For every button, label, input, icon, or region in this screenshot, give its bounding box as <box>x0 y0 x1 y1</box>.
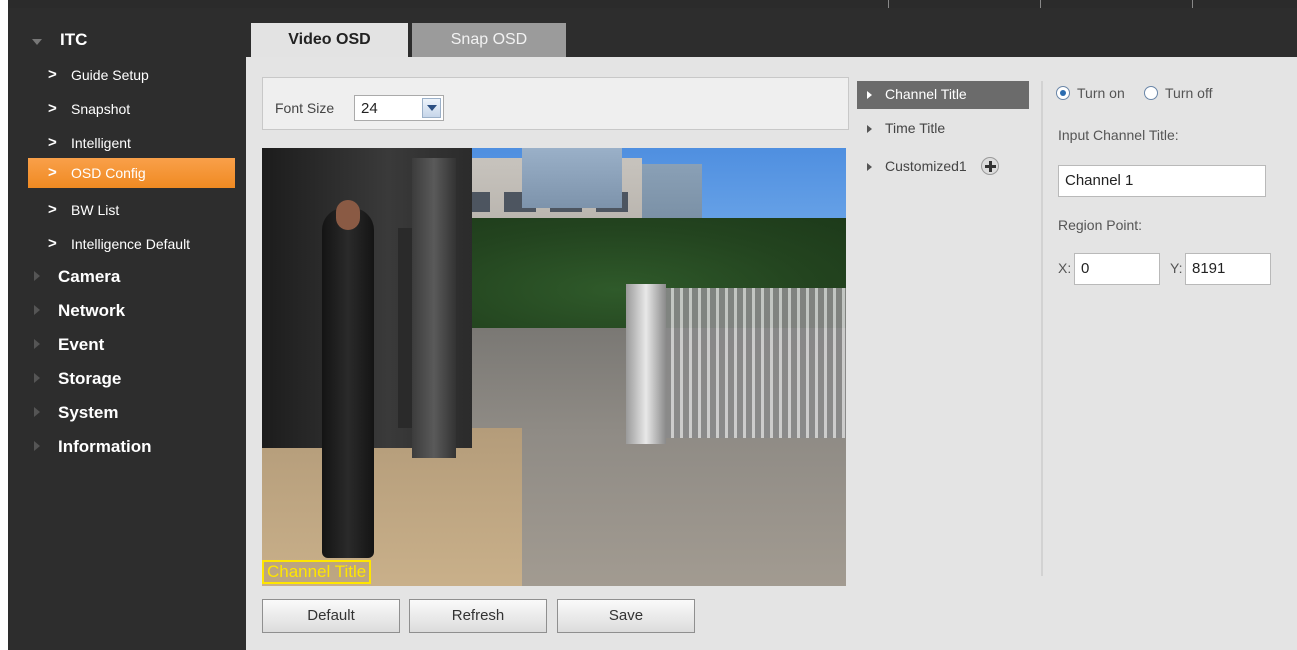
turn-on-radio[interactable] <box>1056 86 1070 100</box>
font-size-select[interactable]: 24 <box>354 95 444 121</box>
menu-group-label: ITC <box>60 30 88 49</box>
sidebar-item-label: BW List <box>71 202 120 218</box>
menu-group-system[interactable]: System <box>8 399 246 427</box>
top-bar-divider <box>1192 0 1193 8</box>
add-icon[interactable] <box>981 157 999 175</box>
menu-group-event[interactable]: Event <box>8 331 246 359</box>
sidebar-item-intelligence-default[interactable]: > Intelligence Default <box>28 229 235 259</box>
font-size-value: 24 <box>361 100 378 117</box>
top-bar <box>8 0 1297 8</box>
video-preview[interactable]: Channel Title <box>262 148 846 586</box>
menu-group-label: Storage <box>58 369 122 388</box>
menu-group-label: System <box>58 403 119 422</box>
divider <box>1041 81 1043 576</box>
region-x-input[interactable]: 0 <box>1074 253 1160 285</box>
triangle-right-icon <box>867 125 872 133</box>
tab-snap-osd[interactable]: Snap OSD <box>412 23 566 57</box>
menu-group-itc[interactable]: ITC <box>8 28 246 56</box>
y-label: Y: <box>1170 260 1183 276</box>
menu-group-network[interactable]: Network <box>8 297 246 325</box>
main-content: Font Size 24 Channel Title Default Refre… <box>246 57 1297 650</box>
turn-on-label: Turn on <box>1077 85 1125 101</box>
turn-off-label: Turn off <box>1165 85 1213 101</box>
chevron-right-icon: > <box>48 201 57 218</box>
sidebar-item-label: Intelligence Default <box>71 236 191 252</box>
sidebar-item-snapshot[interactable]: > Snapshot <box>28 94 235 124</box>
sidebar: ITC > Guide Setup > Snapshot > Intellige… <box>8 8 246 650</box>
refresh-button[interactable]: Refresh <box>409 599 547 633</box>
triangle-right-icon <box>867 163 872 171</box>
top-bar-divider <box>1040 0 1041 8</box>
menu-group-label: Network <box>58 301 126 320</box>
chevron-right-icon: > <box>48 134 57 151</box>
chevron-right-icon: > <box>48 164 57 181</box>
menu-group-label: Information <box>58 437 152 456</box>
osd-item-list: Channel Title Time Title Customized1 <box>857 81 1042 581</box>
tab-bar: Video OSD Snap OSD <box>246 8 1297 57</box>
video-person <box>322 208 374 558</box>
chevron-right-icon: > <box>48 66 57 83</box>
menu-group-label: Camera <box>58 267 121 286</box>
triangle-right-icon <box>867 91 872 99</box>
collapsed-triangle-icon <box>34 441 40 451</box>
region-point-label: Region Point: <box>1058 217 1143 233</box>
video-pillar <box>412 158 456 458</box>
sidebar-item-label: OSD Config <box>71 165 146 181</box>
sidebar-item-guide-setup[interactable]: > Guide Setup <box>28 60 235 90</box>
menu-group-information[interactable]: Information <box>8 433 246 461</box>
osd-item-label: Channel Title <box>885 86 967 102</box>
sidebar-item-osd-config[interactable]: > OSD Config <box>28 158 235 188</box>
channel-title-input[interactable]: Channel 1 <box>1058 165 1266 197</box>
osd-item-label: Time Title <box>885 120 946 136</box>
tab-video-osd[interactable]: Video OSD <box>251 23 408 57</box>
channel-title-properties: Turn on Turn off Input Channel Title: Ch… <box>1052 81 1292 381</box>
osd-item-label: Customized1 <box>885 158 967 174</box>
osd-channel-title-overlay[interactable]: Channel Title <box>262 560 372 584</box>
osd-item-time-title[interactable]: Time Title <box>857 115 1029 143</box>
video-gate-post <box>626 284 666 444</box>
chevron-right-icon: > <box>48 100 57 117</box>
region-y-input[interactable]: 8191 <box>1185 253 1271 285</box>
menu-group-storage[interactable]: Storage <box>8 365 246 393</box>
menu-group-camera[interactable]: Camera <box>8 263 246 291</box>
top-bar-divider <box>888 0 889 8</box>
expanded-triangle-icon <box>32 39 42 45</box>
sidebar-item-label: Snapshot <box>71 101 131 117</box>
sidebar-item-intelligent[interactable]: > Intelligent <box>28 128 235 158</box>
chevron-down-icon[interactable] <box>422 98 441 118</box>
save-button[interactable]: Save <box>557 599 695 633</box>
x-label: X: <box>1058 260 1072 276</box>
collapsed-triangle-icon <box>34 271 40 281</box>
collapsed-triangle-icon <box>34 305 40 315</box>
default-button[interactable]: Default <box>262 599 400 633</box>
chevron-right-icon: > <box>48 235 57 252</box>
font-size-label: Font Size <box>275 100 335 116</box>
turn-off-radio[interactable] <box>1144 86 1158 100</box>
osd-item-channel-title[interactable]: Channel Title <box>857 81 1029 109</box>
collapsed-triangle-icon <box>34 339 40 349</box>
font-size-panel: Font Size 24 <box>262 77 849 130</box>
menu-group-label: Event <box>58 335 105 354</box>
input-channel-title-label: Input Channel Title: <box>1058 127 1179 143</box>
video-building <box>522 148 622 208</box>
osd-item-customized1[interactable]: Customized1 <box>857 153 1029 181</box>
video-person-head <box>336 200 360 230</box>
sidebar-item-label: Intelligent <box>71 135 131 151</box>
sidebar-item-bw-list[interactable]: > BW List <box>28 195 235 225</box>
sidebar-item-label: Guide Setup <box>71 67 149 83</box>
collapsed-triangle-icon <box>34 373 40 383</box>
collapsed-triangle-icon <box>34 407 40 417</box>
